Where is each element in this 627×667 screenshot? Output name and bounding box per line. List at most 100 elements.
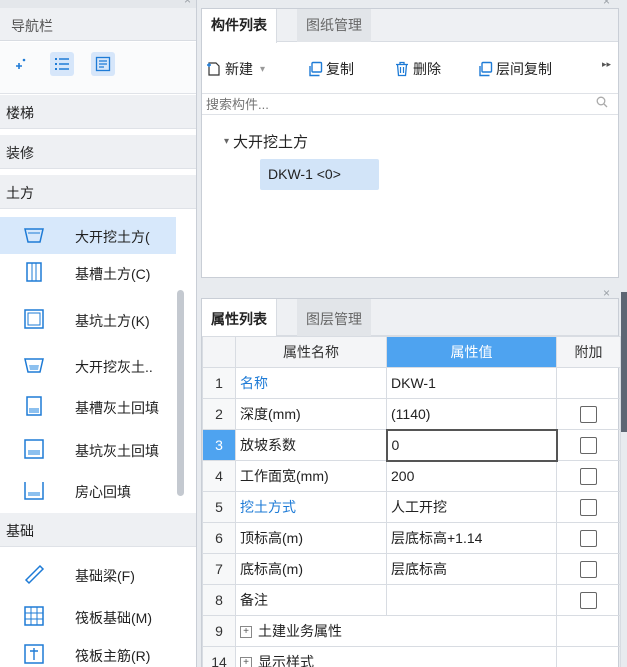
properties-tabs: 属性列表 图层管理 xyxy=(202,299,618,337)
row-index: 1 xyxy=(202,367,236,399)
header-property-name[interactable]: 属性名称 xyxy=(235,336,387,368)
property-value[interactable]: (1140) xyxy=(386,398,557,430)
extra-checkbox[interactable] xyxy=(580,467,597,485)
nav-item-foundation-beam[interactable]: 基础梁(F) xyxy=(0,556,176,593)
nav-item-pit-backfill[interactable]: 基坑灰土回填 xyxy=(0,431,176,468)
property-group[interactable]: + 显示样式 xyxy=(235,646,557,667)
property-value[interactable]: 200 xyxy=(386,460,557,492)
property-value[interactable]: DKW-1 xyxy=(386,367,557,399)
header-property-value[interactable]: 属性值 xyxy=(386,336,557,368)
category-stairs[interactable]: 楼梯 xyxy=(0,95,196,129)
pit-backfill-icon xyxy=(24,439,44,459)
table-row[interactable]: 5 挖土方式 人工开挖 xyxy=(202,491,621,523)
table-row[interactable]: 4 工作面宽(mm) 200 xyxy=(202,460,621,492)
raft-foundation-icon xyxy=(24,606,44,626)
row-index: 5 xyxy=(202,491,236,523)
table-row[interactable]: 6 顶标高(m) 层底标高+1.14 xyxy=(202,522,621,554)
tab-drawing-management[interactable]: 图纸管理 xyxy=(297,9,371,42)
component-pane-close-icon[interactable]: × xyxy=(603,0,610,8)
extra-checkbox[interactable] xyxy=(580,405,597,423)
table-row[interactable]: 7 底标高(m) 层底标高 xyxy=(202,553,621,585)
search-icon[interactable] xyxy=(596,96,608,111)
tree-expand-arrow-icon[interactable]: ▾ xyxy=(224,136,229,147)
nav-header: 导航栏 xyxy=(0,8,196,41)
toolbar-overflow-icon[interactable]: ▸▸ xyxy=(602,59,611,70)
table-row[interactable]: 3 放坡系数 0 xyxy=(202,428,621,462)
expand-plus-icon[interactable]: + xyxy=(240,657,252,667)
extra-checkbox[interactable] xyxy=(580,436,598,454)
extra-checkbox[interactable] xyxy=(580,560,597,578)
header-extra[interactable]: 附加 xyxy=(556,336,621,368)
property-extra xyxy=(556,584,621,616)
extra-checkbox[interactable] xyxy=(580,529,597,547)
component-tabs: 构件列表 图纸管理 xyxy=(202,9,618,43)
floor-copy-button[interactable]: 层间复制 xyxy=(477,59,552,79)
nav-item-trench[interactable]: 基槽土方(C) xyxy=(0,254,176,291)
property-value[interactable] xyxy=(386,584,557,616)
row-index: 8 xyxy=(202,584,236,616)
table-row[interactable]: 8 备注 xyxy=(202,584,621,616)
component-search xyxy=(202,93,618,115)
extra-checkbox[interactable] xyxy=(580,591,597,609)
add-icon[interactable] xyxy=(8,52,32,76)
properties-table: 属性名称 属性值 附加 1 名称 DKW-1 2 深度(mm) (1140) 3… xyxy=(202,336,621,667)
property-value[interactable]: 层底标高 xyxy=(386,553,557,585)
lime-soil-excavation-icon xyxy=(24,358,44,373)
nav-item-excavation[interactable]: 大开挖土方( xyxy=(0,217,176,254)
trench-icon xyxy=(26,262,42,282)
tab-layer-management[interactable]: 图层管理 xyxy=(297,299,371,336)
property-name: 深度(mm) xyxy=(235,398,387,430)
table-row[interactable]: 9 + 土建业务属性 xyxy=(202,615,621,647)
nav-item-pit[interactable]: 基坑土方(K) xyxy=(0,301,176,338)
table-row[interactable]: 1 名称 DKW-1 xyxy=(202,367,621,399)
property-extra xyxy=(556,553,621,585)
tree-node-excavation[interactable]: ▾ 大开挖土方 xyxy=(224,131,308,152)
row-index: 9 xyxy=(202,615,236,647)
expand-plus-icon[interactable]: + xyxy=(240,626,252,639)
tree-node-dkw-1[interactable]: DKW-1 <0> xyxy=(260,159,379,190)
tab-property-list[interactable]: 属性列表 xyxy=(202,299,277,337)
header-index xyxy=(202,336,236,368)
property-name: 放坡系数 xyxy=(235,429,387,461)
splitter-handle[interactable] xyxy=(621,292,627,432)
new-dropdown-chevron-icon[interactable]: ▾ xyxy=(260,64,265,75)
properties-pane: × 属性列表 图层管理 属性名称 属性值 附加 1 名称 DKW-1 2 深度(… xyxy=(201,286,621,667)
tab-component-list[interactable]: 构件列表 xyxy=(202,9,277,43)
category-decor[interactable]: 装修 xyxy=(0,135,196,169)
nav-scrollbar[interactable] xyxy=(177,290,184,496)
delete-button[interactable]: 删除 xyxy=(394,59,441,79)
nav-close-icon[interactable]: × xyxy=(184,0,191,7)
category-foundation[interactable]: 基础 xyxy=(0,513,196,547)
properties-pane-close-icon[interactable]: × xyxy=(603,286,610,300)
category-earthwork[interactable]: 土方 xyxy=(0,175,196,209)
copy-button[interactable]: 复制 xyxy=(307,59,354,79)
component-toolbar: 新建 ▾ 复制 删除 层间复制 ▸▸ xyxy=(202,43,618,95)
component-search-input[interactable] xyxy=(206,96,586,113)
property-value[interactable]: 层底标高+1.14 xyxy=(386,522,557,554)
row-index: 2 xyxy=(202,398,236,430)
pit-icon xyxy=(24,309,44,329)
floor-copy-icon xyxy=(477,61,493,77)
table-row[interactable]: 2 深度(mm) (1140) xyxy=(202,398,621,430)
nav-item-trench-backfill[interactable]: 基槽灰土回填 xyxy=(0,388,176,425)
component-list-pane: × 构件列表 图纸管理 新建 ▾ 复制 删除 层间复制 ▸▸ 搜索构件... ▾… xyxy=(201,0,619,278)
raft-rebar-icon xyxy=(24,644,44,664)
copy-icon xyxy=(307,61,323,77)
new-button[interactable]: 新建 ▾ xyxy=(206,59,265,79)
table-row[interactable]: 14 + 显示样式 xyxy=(202,646,621,667)
property-value[interactable]: 人工开挖 xyxy=(386,491,557,523)
nav-item-lime-soil-excavation[interactable]: 大开挖灰土.. xyxy=(0,347,176,384)
property-group[interactable]: + 土建业务属性 xyxy=(235,615,557,647)
navigation-pane: × 导航栏 楼梯 装修 土方 大开挖土方( 基槽土方(C) 基坑土方(K) 大开… xyxy=(0,0,197,667)
nav-item-raft-rebar[interactable]: 筏板主筋(R) xyxy=(0,636,176,667)
row-index: 7 xyxy=(202,553,236,585)
detail-view-icon[interactable] xyxy=(91,52,115,76)
nav-item-room-backfill[interactable]: 房心回填 xyxy=(0,472,176,509)
nav-item-raft-foundation[interactable]: 筏板基础(M) xyxy=(0,598,176,635)
list-view-icon[interactable] xyxy=(50,52,74,76)
room-backfill-icon xyxy=(24,482,44,500)
property-value-editing[interactable]: 0 xyxy=(385,428,558,462)
new-file-icon xyxy=(206,61,222,77)
table-header-row: 属性名称 属性值 附加 xyxy=(202,336,621,368)
extra-checkbox[interactable] xyxy=(580,498,597,516)
